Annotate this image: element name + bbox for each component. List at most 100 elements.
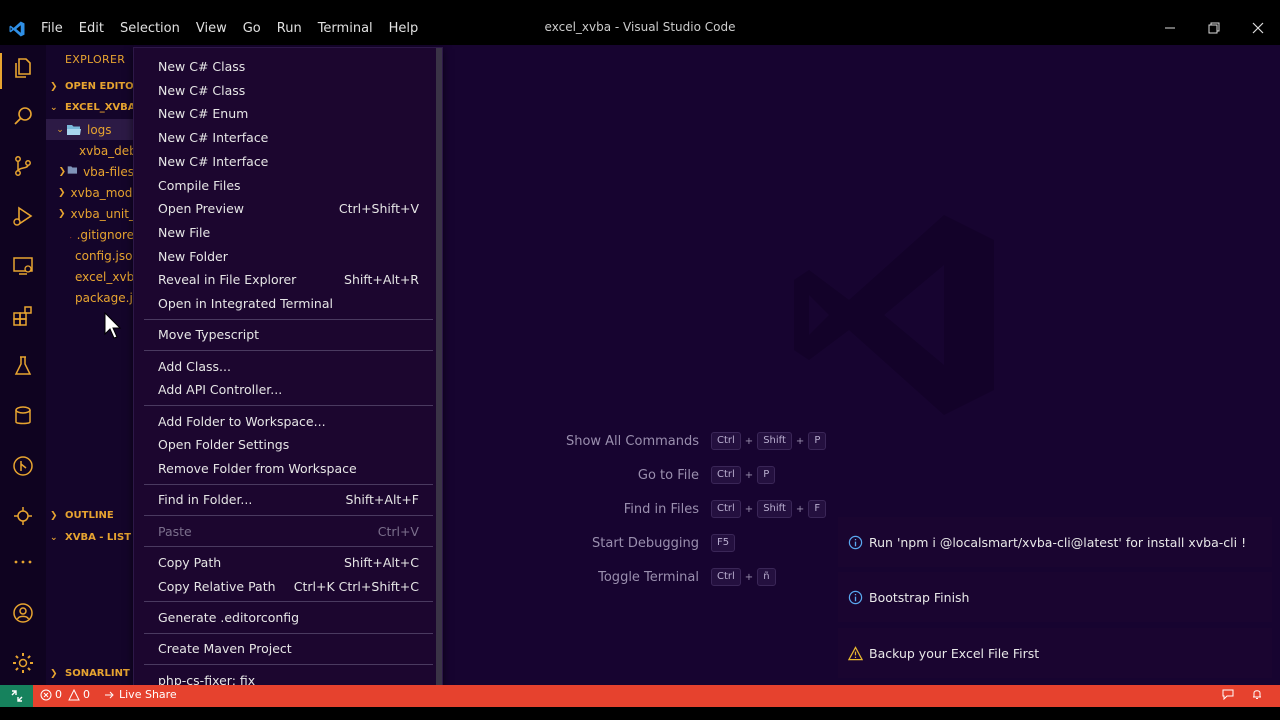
tree-item[interactable]: {}config.json: [46, 245, 134, 274]
notification-toast[interactable]: Backup your Excel File First: [838, 628, 1272, 678]
context-menu-item[interactable]: New C# Class: [134, 55, 434, 78]
context-menu-item[interactable]: Open Folder Settings: [134, 433, 434, 456]
screen-bottom-edge: [0, 707, 1280, 720]
context-menu-item[interactable]: Copy Relative Path Ctrl+K Ctrl+Shift+C: [134, 575, 434, 598]
tree-item-label: xvba_unit_test: [70, 206, 134, 221]
context-menu-item[interactable]: Add API Controller...: [134, 378, 434, 401]
minimize-icon: [1165, 27, 1175, 29]
context-menu-item[interactable]: New File: [134, 221, 434, 244]
menu-run[interactable]: Run: [269, 18, 310, 40]
run-debug-icon[interactable]: [8, 201, 38, 231]
tree-item-label: package.json: [75, 290, 134, 305]
git-graph-icon[interactable]: [8, 451, 38, 481]
section-outline[interactable]: ❯ OUTLINE: [50, 510, 114, 521]
context-menu-item[interactable]: New C# Interface: [134, 150, 434, 173]
menu-item-label: Paste: [158, 523, 192, 539]
context-menu-item[interactable]: Create Maven Project: [134, 637, 434, 660]
context-menu-item[interactable]: New C# Enum: [134, 102, 434, 125]
menu-item-label: Add Folder to Workspace...: [158, 413, 326, 429]
menu-selection[interactable]: Selection: [112, 18, 188, 40]
docker-icon[interactable]: [8, 501, 38, 531]
context-menu-item[interactable]: Open Preview Ctrl+Shift+V: [134, 197, 434, 220]
menu-item-label: Remove Folder from Workspace: [158, 461, 357, 476]
section-open-editors[interactable]: ❯ OPEN EDITORS: [50, 81, 134, 92]
context-menu-item[interactable]: Add Class...: [134, 355, 434, 378]
tree-item[interactable]: ❯ xvba_unit_test: [46, 203, 134, 230]
problems-indicator[interactable]: 0 0: [40, 688, 90, 701]
context-menu-item[interactable]: Find in Folder... Shift+Alt+F: [134, 488, 434, 511]
keycap: P: [757, 466, 776, 484]
tree-item-label: vba-files: [83, 164, 134, 179]
section-label: OPEN EDITORS: [65, 81, 134, 92]
notification-toast[interactable]: Bootstrap Finish: [838, 572, 1272, 622]
tree-item[interactable]: .gitignore: [46, 224, 134, 245]
menu-separator: [144, 515, 433, 516]
shortcut-label: Toggle Terminal: [598, 569, 699, 585]
tree-item[interactable]: ❯ vba-files: [46, 161, 134, 182]
tree-item[interactable]: xvba_debug.log: [46, 140, 134, 168]
context-menu-item[interactable]: Add Folder to Workspace...: [134, 410, 434, 433]
context-menu-item[interactable]: Reveal in File Explorer Shift+Alt+R: [134, 268, 434, 291]
menu-help[interactable]: Help: [381, 18, 427, 40]
context-menu-item[interactable]: New C# Class: [134, 79, 434, 102]
tree-item[interactable]: excel_xvba.xlsm: [46, 266, 134, 295]
menu-file[interactable]: File: [33, 18, 71, 40]
live-share-button[interactable]: Live Share: [104, 688, 177, 701]
key-plus: +: [744, 503, 754, 515]
menu-view[interactable]: View: [188, 18, 235, 40]
remote-explorer-icon[interactable]: [8, 251, 38, 281]
context-menu-item[interactable]: Generate .editorconfig: [134, 606, 434, 629]
search-icon[interactable]: [8, 101, 38, 131]
shortcut-label: Find in Files: [623, 501, 699, 517]
settings-gear-icon[interactable]: [8, 648, 38, 678]
database-icon[interactable]: [8, 401, 38, 431]
notifications-button[interactable]: [1251, 688, 1266, 700]
context-menu-item[interactable]: New Folder: [134, 245, 434, 268]
bell-icon: [1253, 690, 1261, 699]
active-indicator: [0, 53, 2, 89]
tree-item[interactable]: ❯ xvba_modules: [46, 182, 134, 209]
restore-button[interactable]: [1192, 14, 1236, 42]
extensions-icon[interactable]: [8, 301, 38, 331]
context-menu-scrollbar[interactable]: [436, 48, 442, 686]
menu-item-label: Copy Relative Path: [158, 578, 276, 594]
error-icon: [40, 689, 52, 700]
tree-item[interactable]: ⌄ logs: [46, 119, 134, 140]
menu-item-label: Add Class...: [158, 358, 231, 374]
more-icon[interactable]: [8, 547, 38, 577]
context-menu-item[interactable]: Copy Path Shift+Alt+C: [134, 551, 434, 574]
status-bar: 0 0 Live Share: [0, 685, 1280, 707]
feedback-icon: [1222, 689, 1234, 700]
context-menu-item[interactable]: Move Typescript: [134, 323, 434, 346]
menu-terminal[interactable]: Terminal: [310, 18, 381, 40]
keycap: ñ: [757, 568, 776, 586]
notification-toast[interactable]: Run 'npm i @localsmart/xvba-cli@latest' …: [838, 517, 1272, 567]
menu-go[interactable]: Go: [235, 18, 269, 40]
account-icon[interactable]: [8, 598, 38, 628]
menu-separator: [144, 350, 433, 351]
chevron-right-icon: ❯: [58, 166, 67, 177]
context-menu-item[interactable]: Remove Folder from Workspace: [134, 457, 434, 480]
tree-item[interactable]: package.json: [46, 287, 134, 316]
context-menu-item: Paste Ctrl+V: [134, 520, 434, 543]
menu-separator: [144, 405, 433, 406]
context-menu-item[interactable]: Open in Integrated Terminal: [134, 292, 434, 315]
source-control-icon[interactable]: [8, 151, 38, 181]
files-icon[interactable]: [8, 53, 38, 83]
context-menu-item[interactable]: New C# Interface: [134, 126, 434, 149]
menu-item-label: Create Maven Project: [158, 641, 292, 657]
mouse-cursor-icon: [104, 312, 122, 339]
feedback-button[interactable]: [1222, 688, 1237, 700]
git-file-icon: [70, 228, 72, 242]
menu-edit[interactable]: Edit: [71, 18, 112, 40]
testing-icon[interactable]: [8, 351, 38, 381]
keycap: Shift: [757, 500, 792, 518]
menu-item-label: New File: [158, 224, 211, 240]
remote-indicator[interactable]: [0, 685, 33, 707]
context-menu-item[interactable]: Compile Files: [134, 174, 434, 197]
section-xvba-list[interactable]: ⌄ XVBA - LIST VBA FILES: [50, 532, 134, 543]
section-sonarlint[interactable]: ❯ SONARLINT RULES: [50, 668, 134, 679]
section-workspace[interactable]: ⌄ EXCEL_XVBA: [50, 102, 134, 113]
close-button[interactable]: [1236, 14, 1280, 42]
minimize-button[interactable]: [1148, 14, 1192, 42]
